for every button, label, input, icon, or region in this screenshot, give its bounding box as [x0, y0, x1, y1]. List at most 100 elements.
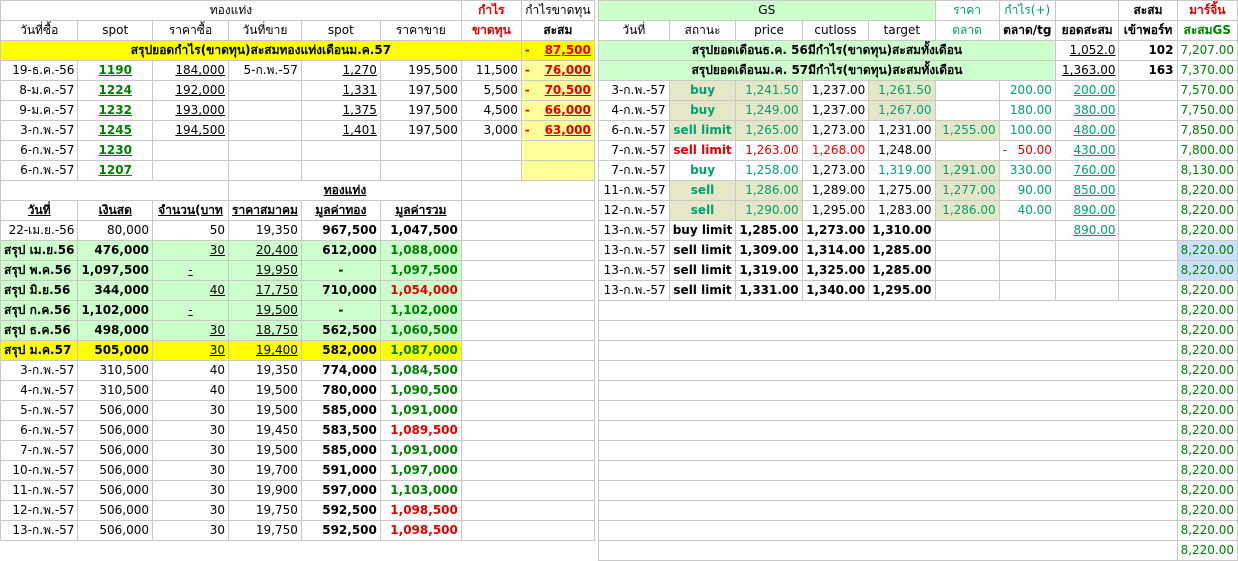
holdings-gold-value[interactable]: 774,000: [300, 360, 381, 381]
holdings-cash[interactable]: 506,000: [77, 460, 154, 481]
gs-trade-cum[interactable]: 850.00: [1054, 180, 1120, 201]
holdings-total[interactable]: 1,084,500: [379, 360, 462, 381]
gs-trade-price[interactable]: 1,258.00: [735, 160, 803, 181]
holdings-total[interactable]: 1,103,000: [379, 480, 462, 501]
trade-buy-price[interactable]: [152, 140, 230, 161]
holdings-qty[interactable]: 30: [152, 420, 230, 441]
header-sasom[interactable]: สะสม: [1118, 0, 1178, 21]
holdings-price[interactable]: 19,500: [228, 300, 302, 321]
holdings-gold-value[interactable]: 710,000: [300, 280, 381, 301]
gs-summary-label[interactable]: สรุปยอดเดือนม.ค. 57มีกำไร(ขาดทุน)สะสมทั้…: [598, 60, 1056, 81]
gs-trade-cutloss[interactable]: 1,273.00: [801, 160, 870, 181]
summary-value[interactable]: -87,500: [520, 40, 595, 61]
trade-buy-price[interactable]: 194,500: [152, 120, 230, 141]
holdings-date[interactable]: สรุป ม.ค.57: [0, 340, 79, 361]
gs-summary-cum[interactable]: 1,052.0: [1054, 40, 1120, 61]
column-header[interactable]: วันที่ซื้อ: [0, 20, 79, 41]
gs-trade-profit[interactable]: 180.00: [998, 100, 1056, 121]
holdings-price[interactable]: 17,750: [228, 280, 302, 301]
gs-trade-price[interactable]: 1,286.00: [735, 180, 803, 201]
holdings-cash[interactable]: 310,500: [77, 380, 154, 401]
trade-date[interactable]: 6-ก.พ.-57: [0, 140, 79, 161]
column-header[interactable]: spot: [77, 20, 154, 41]
blank[interactable]: [598, 520, 1178, 541]
gs-trade-profit[interactable]: 330.00: [998, 160, 1056, 181]
trade-spot[interactable]: 1232: [77, 100, 154, 121]
gs-trade-gs[interactable]: 7,850.00: [1176, 120, 1238, 141]
blank[interactable]: [1118, 260, 1178, 281]
gs-trade-cutloss[interactable]: 1,325.00: [801, 260, 870, 281]
holdings-gold-value[interactable]: 592,500: [300, 500, 381, 521]
gs-trade-market[interactable]: [934, 80, 1000, 101]
gs-trade-profit[interactable]: [998, 280, 1056, 301]
gs-trade-price[interactable]: 1,309.00: [735, 240, 803, 261]
trade-sell-date[interactable]: [228, 80, 302, 101]
holdings-date[interactable]: 7-ก.พ.-57: [0, 440, 79, 461]
holdings-total[interactable]: 1,087,000: [379, 340, 462, 361]
gs-trade-status[interactable]: buy: [668, 80, 737, 101]
blank[interactable]: [460, 480, 595, 501]
gs-trade-cum[interactable]: [1054, 260, 1120, 281]
holdings-gold-value[interactable]: 780,000: [300, 380, 381, 401]
gs-trade-market[interactable]: [934, 220, 1000, 241]
holdings-cash[interactable]: 80,000: [77, 220, 154, 241]
holdings-header[interactable]: เงินสด: [77, 200, 154, 221]
blank[interactable]: [460, 260, 595, 281]
holdings-gold-value[interactable]: 562,500: [300, 320, 381, 341]
holdings-cash[interactable]: 506,000: [77, 420, 154, 441]
holdings-gold-value[interactable]: 591,000: [300, 460, 381, 481]
holdings-cash[interactable]: 1,097,500: [77, 260, 154, 281]
gs-trade-date[interactable]: 6-ก.พ.-57: [598, 120, 670, 141]
holdings-total[interactable]: 1,097,500: [379, 260, 462, 281]
header-kamrai[interactable]: กำไร: [460, 0, 522, 21]
holdings-qty[interactable]: -: [152, 260, 230, 281]
holdings-total[interactable]: 1,091,000: [379, 440, 462, 461]
blank[interactable]: [1118, 180, 1178, 201]
blank[interactable]: [1118, 220, 1178, 241]
holdings-gold-value[interactable]: -: [300, 300, 381, 321]
gs-trade-market[interactable]: 1,286.00: [934, 200, 1000, 221]
blank[interactable]: [460, 280, 595, 301]
gs-column-header[interactable]: ตลาด: [934, 20, 1000, 41]
gs-trade-market[interactable]: 1,291.00: [934, 160, 1000, 181]
holdings-price[interactable]: 19,400: [228, 340, 302, 361]
trade-buy-price[interactable]: [152, 160, 230, 181]
gs-trade-market[interactable]: 1,277.00: [934, 180, 1000, 201]
gs-trade-market[interactable]: [934, 100, 1000, 121]
blank[interactable]: [460, 400, 595, 421]
trade-sell-date[interactable]: [228, 100, 302, 121]
blank[interactable]: [598, 460, 1178, 481]
gs-trade-date[interactable]: 7-ก.พ.-57: [598, 140, 670, 161]
gs-trade-cum[interactable]: 430.00: [1054, 140, 1120, 161]
gs-trade-cum[interactable]: 890.00: [1054, 200, 1120, 221]
gs-trade-date[interactable]: 13-ก.พ.-57: [598, 240, 670, 261]
holdings-total[interactable]: 1,089,500: [379, 420, 462, 441]
trade-spot[interactable]: 1245: [77, 120, 154, 141]
gs-trade-profit[interactable]: 200.00: [998, 80, 1056, 101]
gs-trade-price[interactable]: 1,249.00: [735, 100, 803, 121]
gs-trailing-total[interactable]: 8,220.00: [1176, 400, 1238, 421]
holdings-qty[interactable]: 40: [152, 380, 230, 401]
gs-trade-cum[interactable]: 890.00: [1054, 220, 1120, 241]
gs-trade-gs[interactable]: 8,220.00: [1176, 180, 1238, 201]
trade-sell-spot[interactable]: 1,331: [300, 80, 381, 101]
gs-trade-date[interactable]: 13-ก.พ.-57: [598, 260, 670, 281]
holdings-gold-value[interactable]: 967,500: [300, 220, 381, 241]
holdings-total[interactable]: 1,047,500: [379, 220, 462, 241]
holdings-total[interactable]: 1,098,500: [379, 500, 462, 521]
trade-sell-price[interactable]: 197,500: [379, 80, 462, 101]
gs-trailing-total[interactable]: 8,220.00: [1176, 320, 1238, 341]
blank[interactable]: [598, 400, 1178, 421]
holdings-cash[interactable]: 506,000: [77, 440, 154, 461]
trade-sell-price[interactable]: 197,500: [379, 100, 462, 121]
gs-trade-profit[interactable]: 100.00: [998, 120, 1056, 141]
gs-trade-market[interactable]: [934, 260, 1000, 281]
holdings-date[interactable]: 10-ก.พ.-57: [0, 460, 79, 481]
gs-trade-gs[interactable]: 7,800.00: [1176, 140, 1238, 161]
holdings-price[interactable]: 18,750: [228, 320, 302, 341]
blank[interactable]: [0, 180, 230, 201]
holdings-price[interactable]: 19,450: [228, 420, 302, 441]
holdings-gold-value[interactable]: 585,000: [300, 400, 381, 421]
gs-trade-market[interactable]: [934, 140, 1000, 161]
summary-label[interactable]: สรุปยอดกำไร(ขาดทุน)สะสมทองแท่งเดือนม.ค.5…: [0, 40, 522, 61]
